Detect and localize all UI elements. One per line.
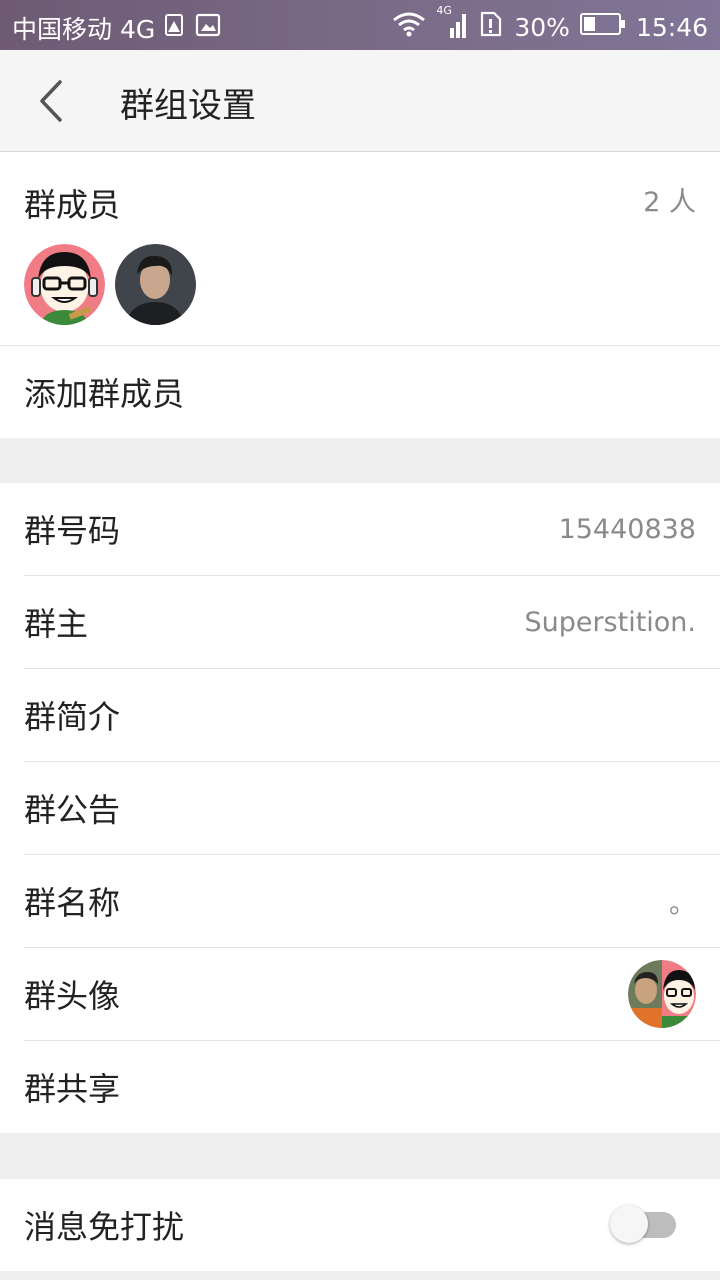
members-label: 群成员 <box>24 186 121 224</box>
chevron-left-icon <box>40 80 62 122</box>
group-name-row[interactable]: 群名称 。 <box>0 855 720 947</box>
battery-percent: 30% <box>514 12 570 42</box>
mute-section: 消息免打扰 <box>0 1179 720 1271</box>
clock: 15:46 <box>635 12 708 42</box>
network-badge: 4G <box>436 4 452 17</box>
group-name-label: 群名称 <box>24 884 121 922</box>
group-number-row[interactable]: 群号码 15440838 <box>0 483 720 575</box>
photo-avatar-icon <box>115 244 196 325</box>
page-title: 群组设置 <box>120 86 256 126</box>
group-share-label: 群共享 <box>24 1070 121 1108</box>
group-name-value: 。 <box>669 888 696 920</box>
info-section: 群号码 15440838 群主 Superstition. 群简介 群公告 群名… <box>0 483 720 1133</box>
avatar[interactable] <box>24 244 105 325</box>
group-number-value: 15440838 <box>558 513 696 545</box>
group-intro-row[interactable]: 群简介 <box>0 669 720 761</box>
members-row[interactable]: 群成员 2 人 <box>0 152 720 346</box>
group-notice-row[interactable]: 群公告 <box>0 762 720 854</box>
toggle-knob <box>610 1205 648 1243</box>
group-avatar-label: 群头像 <box>24 977 121 1015</box>
battery-icon <box>579 11 626 43</box>
mute-label: 消息免打扰 <box>24 1208 185 1246</box>
sim-icon <box>478 11 504 43</box>
image-icon <box>195 12 221 44</box>
group-avatar-image <box>628 960 696 1028</box>
group-number-label: 群号码 <box>24 512 121 550</box>
group-notice-label: 群公告 <box>24 791 121 829</box>
members-section: 群成员 2 人 添加群成员 <box>0 152 720 438</box>
status-bar: 中国移动 4G 4G 30% 15:46 <box>0 0 720 50</box>
cartoon-avatar-icon <box>24 244 105 325</box>
signal-icon: 4G <box>436 4 468 44</box>
warning-icon <box>163 12 187 44</box>
wifi-icon <box>392 11 426 43</box>
app-bar: 群组设置 <box>0 50 720 152</box>
group-avatar-row[interactable]: 群头像 <box>0 948 720 1040</box>
group-intro-label: 群简介 <box>24 698 121 736</box>
group-owner-value: Superstition. <box>524 606 696 638</box>
back-button[interactable] <box>32 76 72 126</box>
carrier-label: 中国移动 4G <box>12 15 156 44</box>
add-member-row[interactable]: 添加群成员 <box>0 346 720 438</box>
members-count: 2 人 <box>643 187 696 218</box>
group-owner-label: 群主 <box>24 605 89 643</box>
avatar[interactable] <box>115 244 196 325</box>
add-member-label: 添加群成员 <box>24 375 185 413</box>
group-owner-row[interactable]: 群主 Superstition. <box>0 576 720 668</box>
mute-toggle[interactable] <box>610 1205 676 1243</box>
group-share-row[interactable]: 群共享 <box>0 1041 720 1133</box>
group-avatar-icon <box>628 960 696 1028</box>
